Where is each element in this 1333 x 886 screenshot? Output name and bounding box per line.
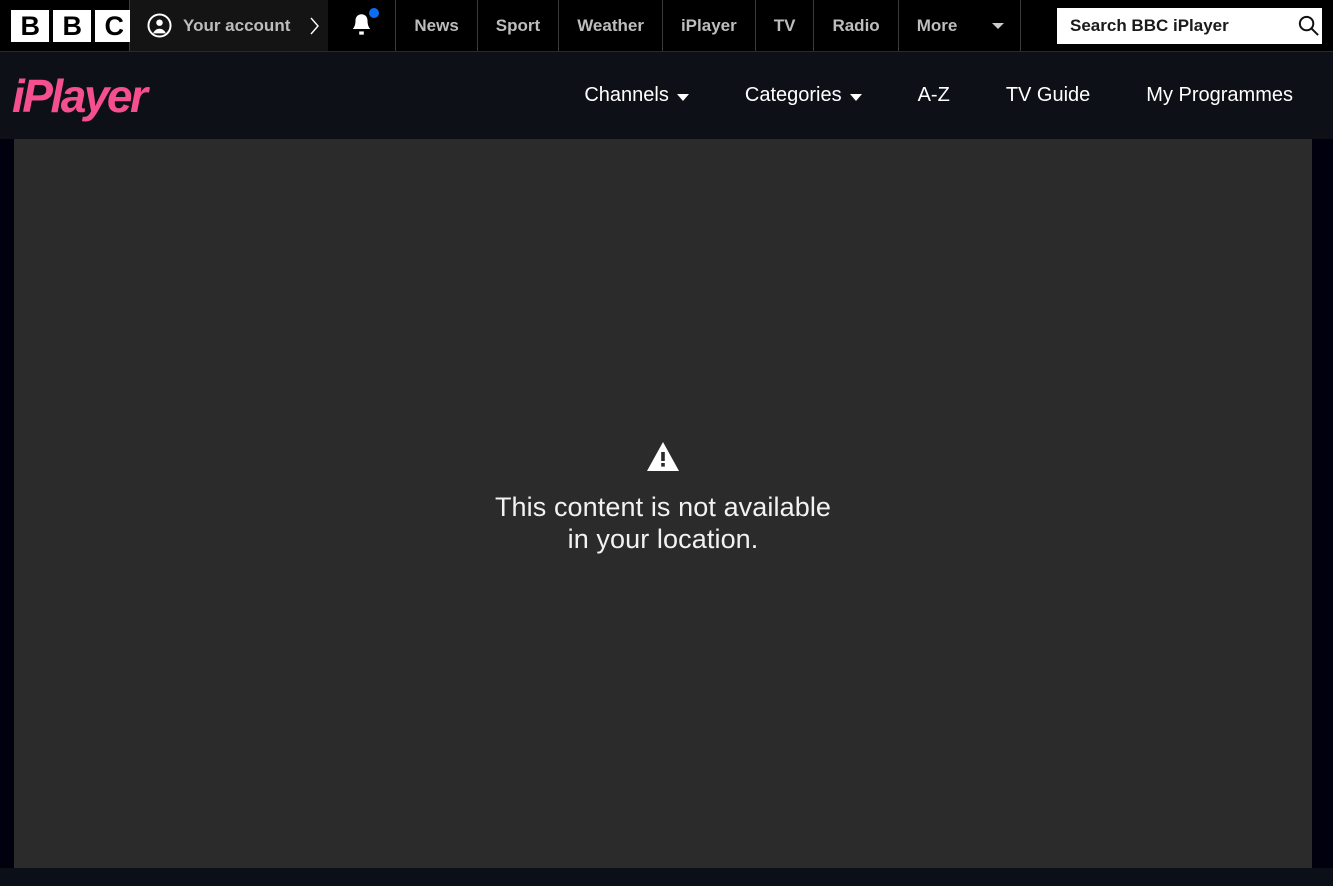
bbc-logo-letter-3: C bbox=[95, 9, 133, 42]
more-dropdown-button[interactable] bbox=[975, 0, 1022, 51]
iplayer-nav-a-z-label: A-Z bbox=[917, 84, 950, 106]
iplayer-nav-categories[interactable]: Categories bbox=[717, 84, 890, 107]
notifications-badge-dot bbox=[369, 8, 380, 18]
nav-item-tv[interactable]: TV bbox=[755, 0, 815, 51]
nav-item-news[interactable]: News bbox=[396, 0, 478, 51]
iplayer-nav-tv-guide[interactable]: TV Guide bbox=[978, 84, 1118, 107]
warning-triangle-icon bbox=[647, 442, 679, 472]
iplayer-nav-channels-label: Channels bbox=[584, 84, 669, 106]
bell-icon bbox=[353, 14, 371, 35]
chevron-down-icon bbox=[676, 93, 689, 101]
nav-item-weather[interactable]: Weather bbox=[559, 0, 663, 51]
iplayer-nav-my-programmes[interactable]: My Programmes bbox=[1118, 84, 1321, 107]
bbc-logo-letter-2: B bbox=[53, 9, 91, 42]
iplayer-nav-my-programmes-label: My Programmes bbox=[1146, 84, 1293, 106]
bbc-logo-letter-1: B bbox=[11, 9, 49, 42]
global-bbc-navbar: B B C Your account News Sport Weather iP… bbox=[0, 0, 1333, 52]
search-input[interactable] bbox=[1070, 15, 1297, 36]
search-box[interactable] bbox=[1057, 7, 1322, 44]
bbc-logo-blocks: B B C bbox=[11, 9, 133, 42]
iplayer-nav-channels[interactable]: Channels bbox=[556, 84, 717, 107]
chevron-down-icon bbox=[991, 22, 1004, 29]
iplayer-nav-tv-guide-label: TV Guide bbox=[1005, 84, 1091, 106]
nav-item-radio[interactable]: Radio bbox=[814, 0, 899, 51]
chevron-down-icon bbox=[849, 93, 862, 101]
search-icon[interactable] bbox=[1297, 14, 1320, 37]
chevron-right-separator-icon bbox=[310, 17, 320, 34]
iplayer-logo[interactable]: iPlayer bbox=[0, 73, 148, 119]
notifications-button[interactable] bbox=[328, 0, 397, 51]
your-account-button[interactable]: Your account bbox=[130, 0, 329, 51]
page-footer-strip bbox=[0, 868, 1333, 886]
iplayer-nav-a-z[interactable]: A-Z bbox=[890, 84, 978, 107]
iplayer-navbar: iPlayer Channels Categories A-Z TV Guide… bbox=[0, 52, 1333, 139]
nav-item-iplayer[interactable]: iPlayer bbox=[662, 0, 756, 51]
video-player[interactable]: This content is not available in your lo… bbox=[14, 139, 1312, 868]
search-container bbox=[1021, 0, 1333, 51]
player-stage: This content is not available in your lo… bbox=[0, 139, 1333, 886]
nav-item-more[interactable]: More bbox=[898, 0, 976, 51]
your-account-label: Your account bbox=[183, 15, 291, 35]
player-error-text: This content is not available in your lo… bbox=[494, 492, 832, 554]
iplayer-nav-categories-label: Categories bbox=[744, 84, 842, 106]
bbc-logo[interactable]: B B C bbox=[0, 0, 133, 51]
player-error-message: This content is not available in your lo… bbox=[493, 441, 833, 556]
account-circle-icon bbox=[147, 13, 172, 38]
iplayer-nav-items: Channels Categories A-Z TV Guide My Prog… bbox=[556, 84, 1333, 107]
nav-item-sport[interactable]: Sport bbox=[477, 0, 560, 51]
